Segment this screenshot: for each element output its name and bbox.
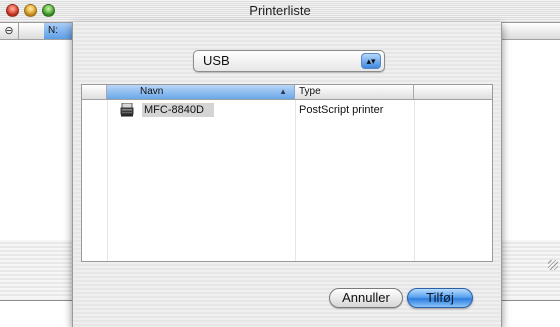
printer-name: MFC-8840D — [142, 103, 214, 117]
cancel-button[interactable]: Annuller — [329, 288, 403, 308]
sort-toggle-icon[interactable]: ⊖ — [0, 23, 19, 39]
column-divider — [107, 100, 108, 261]
header-spacer — [82, 85, 107, 99]
title-bar[interactable]: Printerliste — [0, 0, 560, 23]
printer-row[interactable]: MFC-8840D PostScript printer — [82, 102, 492, 118]
add-printer-sheet: USB ▴▾ Navn ▲ Type MFC-8840D PostScript … — [72, 22, 502, 327]
sort-ascending-icon: ▲ — [279, 87, 287, 96]
column-divider — [295, 100, 296, 261]
column-header-name[interactable]: Navn ▲ — [107, 85, 295, 99]
printer-list: Navn ▲ Type MFC-8840D PostScript printer — [81, 84, 493, 262]
printer-type: PostScript printer — [299, 104, 384, 116]
window-title: Printerliste — [249, 3, 311, 18]
background-name-column[interactable]: N: — [44, 23, 72, 39]
add-button[interactable]: Tilføj — [407, 288, 473, 308]
column-header-name-label: Navn — [140, 86, 164, 97]
printer-icon — [120, 103, 134, 117]
column-header-type[interactable]: Type — [295, 85, 414, 99]
connection-type-value: USB — [203, 53, 230, 68]
column-divider — [414, 100, 415, 261]
popup-arrows-icon: ▴▾ — [361, 53, 381, 69]
connection-type-popup[interactable]: USB ▴▾ — [193, 50, 385, 72]
list-header: Navn ▲ Type — [82, 85, 492, 100]
resize-handle-icon[interactable] — [548, 260, 558, 270]
